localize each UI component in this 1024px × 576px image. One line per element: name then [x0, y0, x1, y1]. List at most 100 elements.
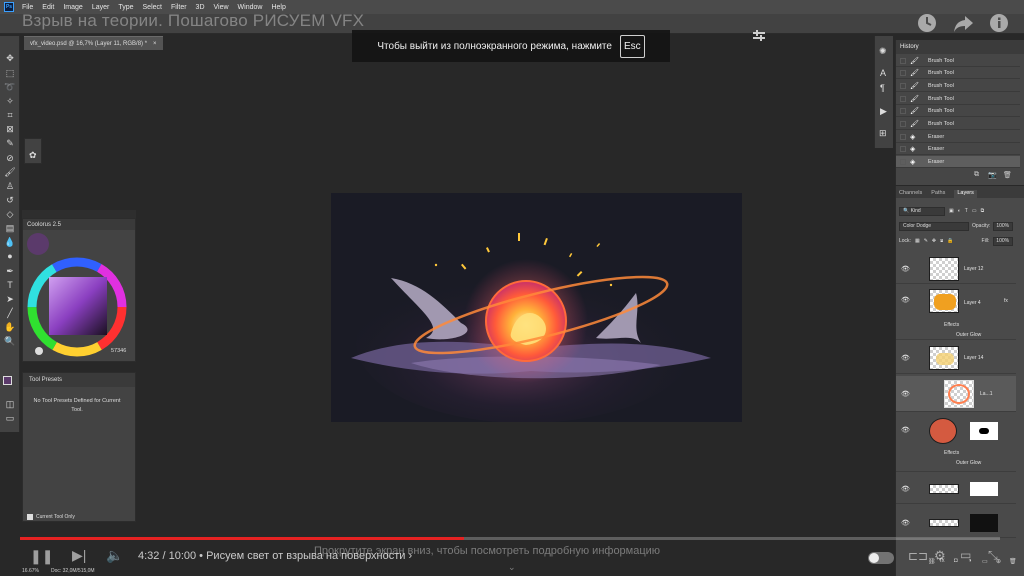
next-video-icon[interactable]: ▶|	[72, 547, 86, 564]
autoplay-toggle[interactable]	[868, 552, 894, 564]
brush-settings-icon[interactable]: ✿	[29, 150, 37, 161]
layer-row[interactable]: 👁 Effects Outer Glow	[896, 414, 1016, 472]
color-panel-icon[interactable]: ✺	[879, 46, 887, 57]
subtitles-icon[interactable]: ⊏⊐	[908, 549, 928, 563]
exit-fullscreen-icon[interactable]: ⤡	[988, 548, 998, 563]
history-item[interactable]: 🖌 Brush Tool	[896, 55, 1020, 67]
history-item[interactable]: ◈ Eraser	[896, 131, 1020, 143]
share-icon[interactable]	[952, 13, 974, 33]
history-item[interactable]: 🖌 Brush Tool	[896, 67, 1020, 79]
menu-3d[interactable]: 3D	[196, 4, 205, 11]
new-group-icon[interactable]: ▭	[982, 558, 988, 565]
layer-row[interactable]: 👁 Layer 12	[896, 254, 1016, 284]
layer-row[interactable]: 👁	[896, 508, 1016, 538]
visibility-eye-icon[interactable]: 👁	[901, 265, 910, 273]
eraser-tool-icon[interactable]: ◇	[4, 208, 16, 220]
lasso-tool-icon[interactable]: ➰	[4, 81, 16, 93]
layer-row[interactable]: 👁 Layer 4 fx Effects Outer Glow	[896, 286, 1016, 340]
info-icon[interactable]	[988, 12, 1010, 34]
screen-mode-icon[interactable]: ▭	[4, 412, 16, 424]
healing-brush-icon[interactable]: ⊘	[4, 152, 16, 164]
watch-later-icon[interactable]	[916, 12, 938, 34]
history-snapshot-checkbox[interactable]	[900, 69, 906, 76]
layer-effect-outer-glow[interactable]: Outer Glow	[956, 460, 981, 466]
tab-layers[interactable]: Layers	[954, 190, 977, 198]
visibility-eye-icon[interactable]: 👁	[901, 354, 910, 362]
blur-tool-icon[interactable]: 💧	[4, 236, 16, 248]
history-snapshot-checkbox[interactable]	[900, 82, 906, 89]
history-item-selected[interactable]: ◈ Eraser	[896, 156, 1020, 168]
menu-image[interactable]: Image	[63, 4, 82, 11]
magic-wand-icon[interactable]: ✧	[4, 95, 16, 107]
document-canvas[interactable]	[331, 193, 742, 422]
path-selection-icon[interactable]: ➤	[4, 293, 16, 305]
document-tab[interactable]: vfx_video.psd @ 16,7% (Layer 11, RGB/8) …	[24, 36, 163, 50]
volume-icon[interactable]: 🔈	[106, 547, 123, 564]
visibility-eye-icon[interactable]: 👁	[901, 519, 910, 527]
move-tool-icon[interactable]: ✥	[4, 52, 16, 64]
filter-type-icon[interactable]: T	[965, 208, 968, 214]
pen-tool-icon[interactable]: ✒	[4, 265, 16, 277]
visibility-eye-icon[interactable]: 👁	[901, 390, 910, 398]
layer-filter-kind[interactable]: 🔍 Kind	[899, 206, 945, 216]
paragraph-panel-icon[interactable]: ¶	[880, 83, 885, 93]
history-item[interactable]: 🖌 Brush Tool	[896, 80, 1020, 92]
tab-paths[interactable]: Paths	[931, 190, 945, 198]
add-mask-icon[interactable]: ◘	[954, 558, 958, 564]
opacity-input[interactable]: 100%	[993, 221, 1014, 231]
dodge-tool-icon[interactable]: ●	[4, 250, 16, 262]
actions-play-icon[interactable]: ▶	[880, 106, 887, 117]
theater-mode-icon[interactable]: ▭	[960, 548, 971, 562]
snapshot-camera-icon[interactable]: 📷	[988, 171, 997, 179]
history-snapshot-checkbox[interactable]	[900, 57, 906, 64]
menu-file[interactable]: File	[22, 4, 33, 11]
panel-arrange-icon[interactable]	[752, 29, 766, 43]
history-snapshot-checkbox[interactable]	[900, 145, 906, 152]
filter-shape-icon[interactable]: ▭	[972, 208, 977, 214]
history-snapshot-checkbox[interactable]	[900, 120, 906, 127]
properties-panel-icon[interactable]: ⊞	[879, 128, 887, 139]
history-item[interactable]: 🖌 Brush Tool	[896, 93, 1020, 105]
menu-view[interactable]: View	[214, 4, 229, 11]
layer-row[interactable]: 👁 Layer 14	[896, 342, 1016, 374]
visibility-eye-icon[interactable]: 👁	[901, 426, 910, 434]
menu-layer[interactable]: Layer	[92, 4, 110, 11]
lock-artboard-icon[interactable]: ⧈	[940, 238, 943, 244]
brush-tool-icon[interactable]: 🖌	[4, 166, 16, 178]
line-tool-icon[interactable]: ╱	[4, 307, 16, 319]
layer-effect-outer-glow[interactable]: Outer Glow	[956, 332, 981, 338]
history-brush-icon[interactable]: ↺	[4, 194, 16, 206]
filter-smart-object-icon[interactable]: ⧉	[981, 208, 985, 214]
color-wheel[interactable]	[27, 255, 133, 357]
foreground-color-swatch[interactable]	[3, 376, 12, 385]
filter-adjustment-icon[interactable]: ◐	[958, 208, 961, 214]
menu-select[interactable]: Select	[143, 4, 162, 11]
zoom-tool-icon[interactable]: 🔍	[4, 335, 16, 347]
menu-help[interactable]: Help	[271, 4, 285, 11]
history-snapshot-checkbox[interactable]	[900, 158, 906, 165]
eyedropper-icon[interactable]: ✎	[4, 137, 16, 149]
trash-icon[interactable]: 🗑	[1003, 171, 1012, 179]
stamp-tool-icon[interactable]: ♙	[4, 180, 16, 192]
layer-row-selected[interactable]: 👁 La...1	[896, 376, 1016, 412]
fill-input[interactable]: 100%	[993, 236, 1014, 246]
checkbox-icon[interactable]	[27, 514, 33, 520]
lock-transparency-icon[interactable]: ▦	[915, 238, 920, 244]
history-snapshot-checkbox[interactable]	[900, 133, 906, 140]
type-tool-icon[interactable]: T	[4, 279, 16, 291]
close-tab-icon[interactable]: ×	[153, 41, 157, 47]
history-item[interactable]: 🖌 Brush Tool	[896, 118, 1020, 130]
menu-filter[interactable]: Filter	[171, 4, 187, 11]
new-document-from-state-icon[interactable]: ⧉	[974, 171, 979, 179]
visibility-eye-icon[interactable]: 👁	[901, 485, 910, 493]
history-item[interactable]: 🖌 Brush Tool	[896, 105, 1020, 117]
history-snapshot-checkbox[interactable]	[900, 95, 906, 102]
menu-window[interactable]: Window	[238, 4, 263, 11]
video-progress-played[interactable]	[20, 537, 465, 540]
history-snapshot-checkbox[interactable]	[900, 107, 906, 114]
current-tool-only-option[interactable]: Current Tool Only	[27, 514, 75, 520]
layer-fx-icon[interactable]: fx	[1004, 298, 1008, 304]
gradient-tool-icon[interactable]: ▤	[4, 222, 16, 234]
lock-all-icon[interactable]: 🔒	[947, 238, 953, 244]
settings-gear-icon[interactable]: ⚙	[934, 548, 946, 564]
